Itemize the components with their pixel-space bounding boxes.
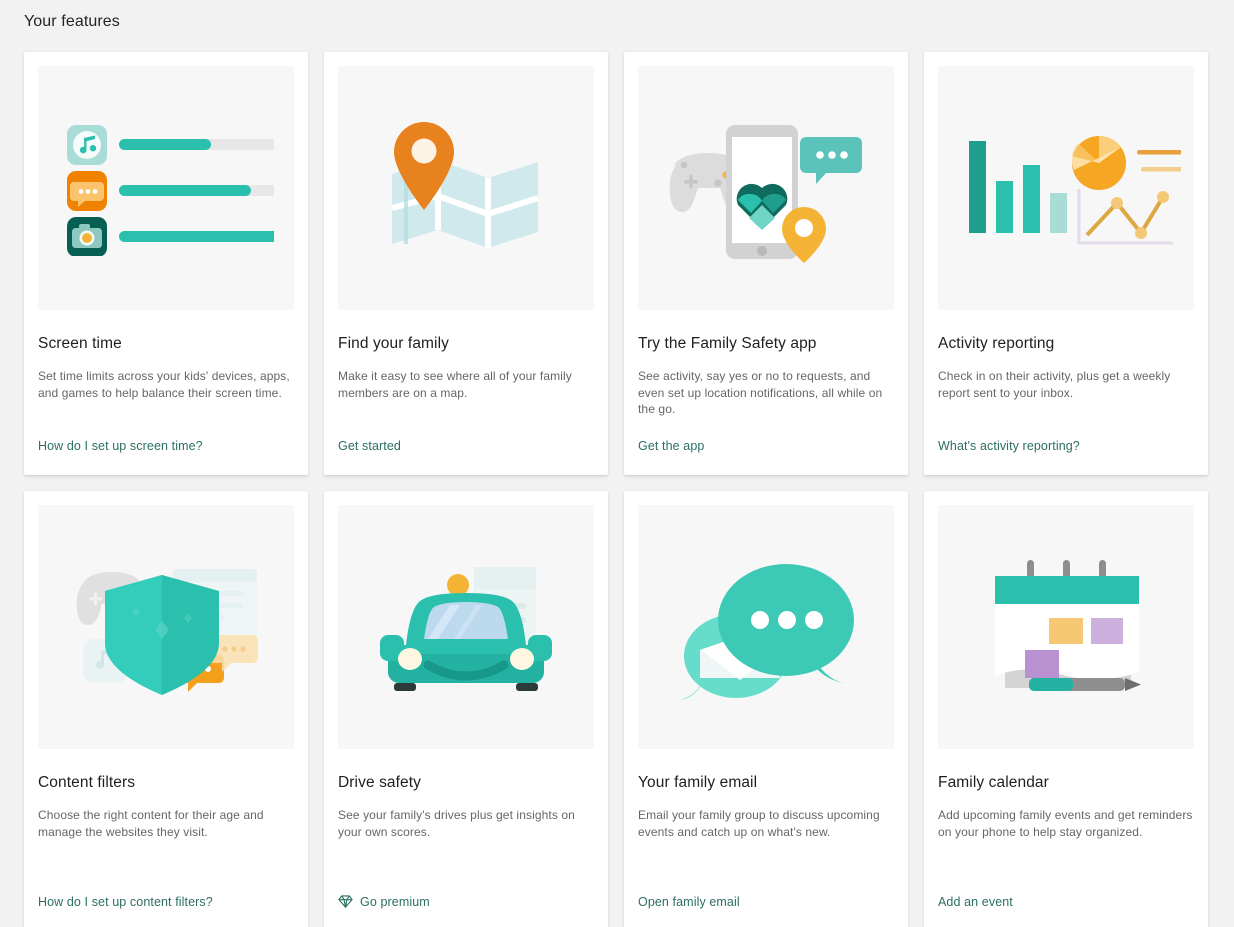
feature-card-content-filters[interactable]: Content filters Choose the right content… <box>24 491 308 927</box>
card-link-content-filters[interactable]: How do I set up content filters? <box>38 895 294 909</box>
card-link-label: Add an event <box>938 895 1013 909</box>
card-link-family-calendar[interactable]: Add an event <box>938 895 1194 909</box>
features-page: Your features Screen time Set time limit… <box>0 0 1234 927</box>
card-body: Content filters Choose the right content… <box>38 749 294 927</box>
chat-bubbles-illustration <box>638 505 894 749</box>
line-chart-icon <box>1077 189 1173 245</box>
card-description: Make it easy to see where all of your fa… <box>338 369 572 400</box>
card-body: Activity reporting Check in on their act… <box>938 310 1194 475</box>
card-title: Find your family <box>338 335 449 352</box>
feature-card-activity-reporting[interactable]: Activity reporting Check in on their act… <box>924 52 1208 475</box>
card-link-label: What's activity reporting? <box>938 439 1080 453</box>
card-link-drive-safety[interactable]: Go premium <box>338 894 594 909</box>
pie-chart-icon <box>1071 135 1126 190</box>
page-title: Your features <box>24 13 120 30</box>
feature-card-screen-time[interactable]: Screen time Set time limits across your … <box>24 52 308 475</box>
card-description: Add upcoming family events and get remin… <box>938 808 1193 839</box>
card-title: Content filters <box>38 774 136 791</box>
card-link-label: How do I set up content filters? <box>38 895 213 909</box>
card-body: Screen time Set time limits across your … <box>38 310 294 475</box>
card-title: Your family email <box>638 774 758 791</box>
card-link-label: Get the app <box>638 439 705 453</box>
card-body: Your family email Email your family grou… <box>638 749 894 927</box>
card-body: Find your family Make it easy to see whe… <box>338 310 594 475</box>
feature-card-family-safety-app[interactable]: Try the Family Safety app See activity, … <box>624 52 908 475</box>
card-link-label: Open family email <box>638 895 740 909</box>
card-link-activity-reporting[interactable]: What's activity reporting? <box>938 439 1194 453</box>
card-description: Check in on their activity, plus get a w… <box>938 369 1171 400</box>
card-link-family-safety-app[interactable]: Get the app <box>638 439 894 453</box>
card-description: Email your family group to discuss upcom… <box>638 808 880 839</box>
card-body: Try the Family Safety app See activity, … <box>638 310 894 475</box>
feature-card-find-your-family[interactable]: Find your family Make it easy to see whe… <box>324 52 608 475</box>
calendar-illustration <box>938 505 1194 749</box>
card-description: See activity, say yes or no to requests,… <box>638 369 883 416</box>
card-title: Family calendar <box>938 774 1049 791</box>
charts-illustration <box>938 66 1194 310</box>
feature-card-family-calendar[interactable]: Family calendar Add upcoming family even… <box>924 491 1208 927</box>
card-link-label: Get started <box>338 439 401 453</box>
card-description: Choose the right content for their age a… <box>38 808 264 839</box>
card-title: Drive safety <box>338 774 422 791</box>
card-description: Set time limits across your kids' device… <box>38 369 290 400</box>
map-pin-illustration <box>338 66 594 310</box>
bar-chart-icon <box>969 141 1067 233</box>
card-body: Drive safety See your family's drives pl… <box>338 749 594 927</box>
car-illustration <box>338 505 594 749</box>
phone-gamepad-illustration <box>638 66 894 310</box>
diamond-icon <box>338 894 353 909</box>
feature-card-drive-safety[interactable]: Drive safety See your family's drives pl… <box>324 491 608 927</box>
card-link-screen-time[interactable]: How do I set up screen time? <box>38 439 294 453</box>
card-title: Screen time <box>38 335 122 352</box>
card-title: Try the Family Safety app <box>638 335 817 352</box>
card-link-label: How do I set up screen time? <box>38 439 203 453</box>
chat-bubble-icon <box>799 137 862 184</box>
card-body: Family calendar Add upcoming family even… <box>938 749 1194 927</box>
card-description: See your family's drives plus get insigh… <box>338 808 575 839</box>
app-usage-bars-illustration <box>38 66 294 310</box>
card-link-family-email[interactable]: Open family email <box>638 895 894 909</box>
feature-card-family-email[interactable]: Your family email Email your family grou… <box>624 491 908 927</box>
card-link-find-your-family[interactable]: Get started <box>338 439 594 453</box>
card-title: Activity reporting <box>938 335 1055 352</box>
features-grid: Screen time Set time limits across your … <box>24 52 1208 927</box>
card-link-label: Go premium <box>360 894 430 909</box>
shield-illustration <box>38 505 294 749</box>
